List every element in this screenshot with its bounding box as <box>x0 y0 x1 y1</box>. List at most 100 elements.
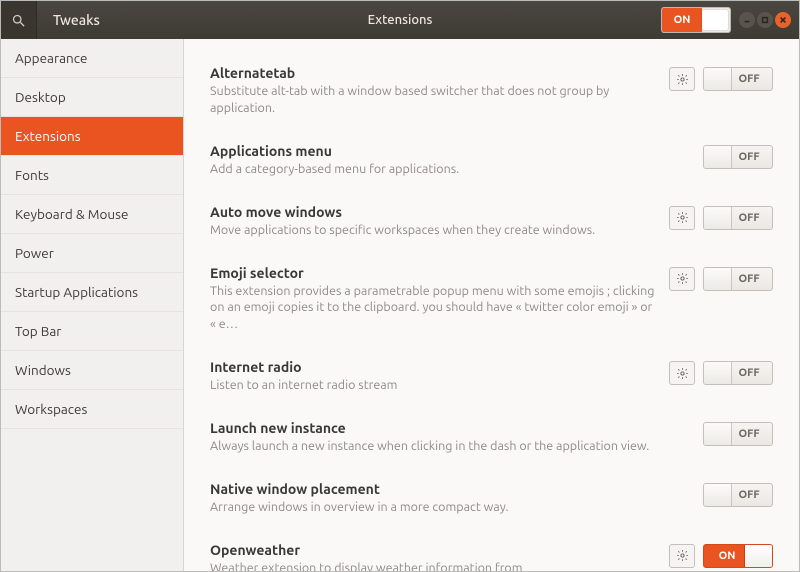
extension-controls: OFF <box>703 420 773 446</box>
toggle-knob <box>704 362 732 384</box>
extension-settings-button[interactable] <box>669 67 695 91</box>
extension-title: Applications menu <box>210 143 689 159</box>
extension-controls: OFF <box>669 359 773 385</box>
gear-icon <box>676 367 689 380</box>
toggle-knob <box>704 484 732 506</box>
toggle-knob <box>704 268 732 290</box>
extension-toggle[interactable]: OFF <box>703 206 773 230</box>
body: AppearanceDesktopExtensionsFontsKeyboard… <box>1 39 799 571</box>
extension-text: Alternatetab Substitute alt-tab with a wi… <box>210 65 669 117</box>
extension-settings-button[interactable] <box>669 267 695 291</box>
toggle-label: OFF <box>732 489 772 501</box>
extension-title: Openweather <box>210 542 655 558</box>
extension-row: Alternatetab Substitute alt-tab with a wi… <box>210 57 773 135</box>
maximize-icon <box>761 16 769 24</box>
extension-title: Native window placement <box>210 481 689 497</box>
gear-icon <box>676 73 689 86</box>
close-button[interactable] <box>775 12 791 28</box>
search-icon <box>11 13 26 28</box>
extension-toggle[interactable]: OFF <box>703 361 773 385</box>
toggle-label: OFF <box>732 73 772 85</box>
extension-toggle[interactable]: OFF <box>703 267 773 291</box>
close-icon <box>779 16 787 24</box>
maximize-button[interactable] <box>757 12 773 28</box>
sidebar-item-fonts[interactable]: Fonts <box>1 156 183 195</box>
extension-title: Emoji selector <box>210 265 655 281</box>
toggle-label: OFF <box>732 212 772 224</box>
extension-controls: OFF <box>703 481 773 507</box>
window-controls <box>739 12 791 28</box>
extension-row: Internet radio Listen to an internet radi… <box>210 351 773 412</box>
toggle-on-label: ON <box>662 8 702 32</box>
search-button[interactable] <box>1 1 37 39</box>
toggle-label: OFF <box>732 151 772 163</box>
toggle-label: OFF <box>732 367 772 379</box>
toggle-knob <box>704 68 732 90</box>
toggle-label: OFF <box>732 428 772 440</box>
extension-text: Emoji selector This extension provides a … <box>210 265 669 334</box>
extension-toggle[interactable]: OFF <box>703 145 773 169</box>
sidebar-item-power[interactable]: Power <box>1 234 183 273</box>
extension-settings-button[interactable] <box>669 361 695 385</box>
extension-description: Weather extension to display weather inf… <box>210 560 655 571</box>
sidebar-item-extensions[interactable]: Extensions <box>1 117 183 156</box>
toggle-label: ON <box>704 550 744 562</box>
extension-row: Auto move windows Move applications to sp… <box>210 196 773 257</box>
extensions-global-toggle[interactable]: ON <box>661 7 731 33</box>
extension-row: Launch new instanceAlways launch a new i… <box>210 412 773 473</box>
extension-description: Listen to an internet radio stream <box>210 377 655 394</box>
extension-toggle[interactable]: OFF <box>703 67 773 91</box>
titlebar: Tweaks Extensions ON <box>1 1 799 39</box>
extension-text: Openweather Weather extension to display … <box>210 542 669 571</box>
extension-toggle[interactable]: OFF <box>703 422 773 446</box>
extension-title: Alternatetab <box>210 65 655 81</box>
extension-text: Internet radio Listen to an internet radi… <box>210 359 669 394</box>
extensions-list: Alternatetab Substitute alt-tab with a wi… <box>184 39 799 571</box>
extension-settings-button[interactable] <box>669 544 695 568</box>
extension-title: Internet radio <box>210 359 655 375</box>
extension-description: Move applications to specific workspaces… <box>210 222 655 239</box>
gear-icon <box>676 549 689 562</box>
extension-controls: OFF <box>669 265 773 291</box>
extension-text: Applications menu Add a category-based me… <box>210 143 703 178</box>
toggle-label: OFF <box>732 273 772 285</box>
sidebar-item-keyboard-mouse[interactable]: Keyboard & Mouse <box>1 195 183 234</box>
extension-description: This extension provides a parametrable p… <box>210 283 655 334</box>
extension-row: Applications menu Add a category-based me… <box>210 135 773 196</box>
extension-row: Emoji selector This extension provides a … <box>210 257 773 352</box>
minimize-button[interactable] <box>739 12 755 28</box>
extension-description: Always launch a new instance when clicki… <box>210 438 689 455</box>
titlebar-right: ON <box>661 1 799 39</box>
sidebar-item-desktop[interactable]: Desktop <box>1 78 183 117</box>
minimize-icon <box>743 16 751 24</box>
sidebar-item-workspaces[interactable]: Workspaces <box>1 390 183 429</box>
toggle-knob <box>702 10 728 30</box>
sidebar-item-appearance[interactable]: Appearance <box>1 39 183 78</box>
extension-title: Auto move windows <box>210 204 655 220</box>
extension-row: Openweather Weather extension to display … <box>210 534 773 571</box>
extension-row: Native window placement Arrange windows i… <box>210 473 773 534</box>
extension-text: Launch new instanceAlways launch a new i… <box>210 420 703 455</box>
extension-text: Native window placement Arrange windows i… <box>210 481 703 516</box>
extension-toggle[interactable]: ON <box>703 544 773 568</box>
sidebar-item-startup-applications[interactable]: Startup Applications <box>1 273 183 312</box>
gear-icon <box>676 272 689 285</box>
sidebar: AppearanceDesktopExtensionsFontsKeyboard… <box>1 39 184 571</box>
extension-description: Substitute alt-tab with a window based s… <box>210 83 655 117</box>
toggle-knob <box>704 207 732 229</box>
extension-description: Arrange windows in overview in a more co… <box>210 499 689 516</box>
sidebar-item-windows[interactable]: Windows <box>1 351 183 390</box>
toggle-knob <box>704 146 732 168</box>
extension-controls: ON <box>669 542 773 568</box>
extension-description: Add a category-based menu for applicatio… <box>210 161 689 178</box>
sidebar-item-top-bar[interactable]: Top Bar <box>1 312 183 351</box>
titlebar-left: Tweaks <box>1 1 116 39</box>
extension-text: Auto move windows Move applications to sp… <box>210 204 669 239</box>
toggle-knob <box>744 545 772 567</box>
extension-toggle[interactable]: OFF <box>703 483 773 507</box>
extension-settings-button[interactable] <box>669 206 695 230</box>
app-name: Tweaks <box>37 12 116 28</box>
tweaks-window: Tweaks Extensions ON AppearanceDesktopEx… <box>0 0 800 572</box>
extension-controls: OFF <box>703 143 773 169</box>
extension-controls: OFF <box>669 65 773 91</box>
